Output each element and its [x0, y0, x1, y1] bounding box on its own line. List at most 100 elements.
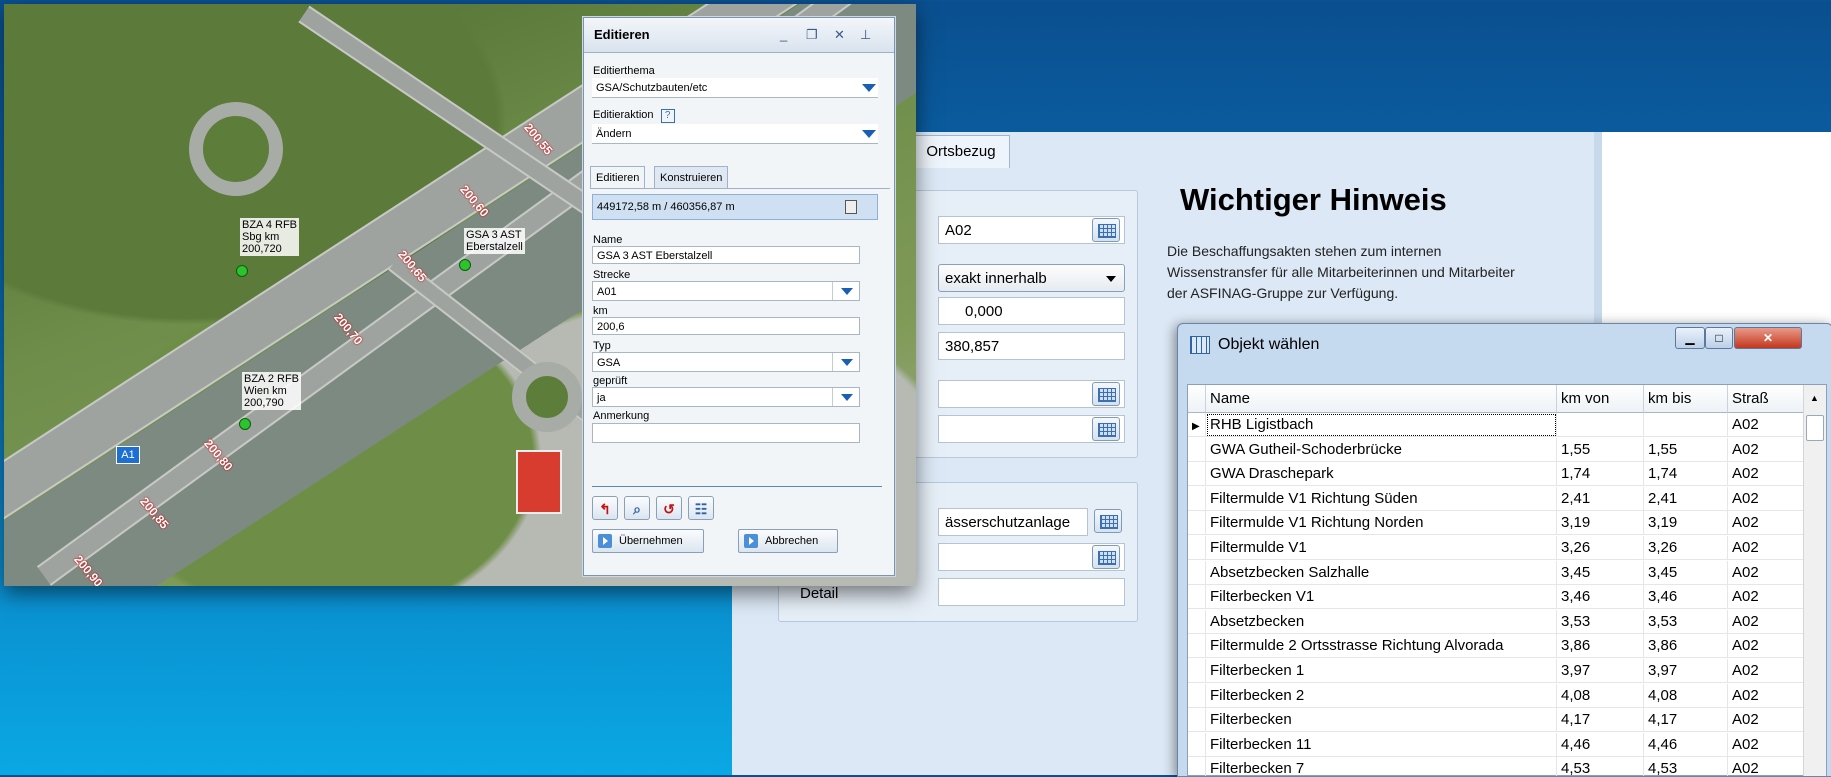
tab-ortsbezug[interactable]: Ortsbezug	[912, 135, 1010, 168]
cell-km-von: 3,53	[1557, 609, 1644, 634]
row-selector	[1188, 462, 1206, 487]
table-row[interactable]: Filterbecken 1 3,97 3,97 A02	[1188, 659, 1828, 684]
close-button[interactable]: ✕	[1734, 327, 1802, 349]
maximize-button[interactable]: □	[1705, 327, 1733, 349]
chevron-down-icon	[1106, 276, 1116, 282]
cell-strasse: A02	[1728, 585, 1806, 610]
close-icon[interactable]: ✕	[834, 27, 845, 43]
abbrechen-label: Abbrechen	[765, 535, 819, 547]
row-selector	[1188, 732, 1206, 757]
cell-strasse: A02	[1728, 634, 1806, 659]
anlage-field[interactable]: ässerschutzanlage	[938, 508, 1088, 536]
cell-km-von: 4,46	[1557, 732, 1644, 757]
column-header-km-von[interactable]: km von	[1557, 385, 1644, 413]
column-header-name[interactable]: Name	[1206, 385, 1557, 413]
cell-km-von: 3,86	[1557, 634, 1644, 659]
list-button[interactable]: ☷	[688, 496, 714, 520]
vertical-scrollbar[interactable]: ▲	[1803, 385, 1826, 776]
cell-km-von: 3,19	[1557, 511, 1644, 536]
cell-km-bis: 1,55	[1644, 437, 1728, 462]
cell-km-bis: 4,17	[1644, 708, 1728, 733]
object-picker-title: Objekt wählen	[1218, 336, 1320, 353]
table-icon	[1190, 336, 1210, 354]
map-label: GSA 3 AST Eberstalzell	[464, 228, 525, 254]
restore-icon[interactable]: ❐	[806, 27, 818, 43]
table-row[interactable]: Absetzbecken Salzhalle 3,45 3,45 A02	[1188, 560, 1828, 586]
table-row[interactable]: Filterbecken 7 4,53 4,53 A02	[1188, 757, 1828, 776]
table-row[interactable]: Absetzbecken 3,53 3,53 A02	[1188, 609, 1828, 635]
lage-select[interactable]: exakt innerhalb	[938, 264, 1125, 292]
map-label-line: Eberstalzell	[466, 241, 523, 253]
roundabout	[189, 102, 283, 196]
row-selector	[1188, 511, 1206, 536]
roundabout	[512, 362, 582, 432]
table-row[interactable]: Filtermulde 2 Ortsstrasse Richtung Alvor…	[1188, 634, 1828, 659]
anlage-picker-button[interactable]	[1094, 509, 1122, 533]
km-to-field[interactable]: 380,857	[938, 332, 1125, 360]
typ-value: GSA	[597, 357, 621, 369]
cell-strasse: A02	[1728, 659, 1806, 683]
abbrechen-button[interactable]: Abbrechen	[738, 529, 838, 553]
column-header-km-bis[interactable]: km bis	[1644, 385, 1728, 413]
scrollbar-thumb[interactable]	[1806, 415, 1824, 441]
table-row[interactable]: GWA Draschepark 1,74 1,74 A02	[1188, 462, 1828, 487]
picker-button-1[interactable]	[1092, 382, 1120, 406]
row-selector	[1188, 585, 1206, 610]
table-row[interactable]: Filterbecken 2 4,08 4,08 A02	[1188, 683, 1828, 709]
map-point[interactable]	[459, 259, 471, 271]
map-point[interactable]	[236, 265, 248, 277]
cell-km-bis: 3,46	[1644, 585, 1728, 610]
cell-km-von: 4,53	[1557, 757, 1644, 776]
editieraktion-value: Ändern	[596, 128, 632, 140]
cell-km-bis: 1,74	[1644, 462, 1728, 487]
tab-konstruieren[interactable]: Konstruieren	[654, 166, 729, 189]
editieraktion-select[interactable]: Ändern	[592, 124, 878, 144]
help-icon[interactable]: ?	[660, 109, 675, 123]
cell-strasse: A02	[1728, 708, 1806, 733]
name-field[interactable]: GSA 3 AST Eberstalzell	[592, 246, 860, 264]
reset-icon: ↺	[663, 501, 675, 517]
editierthema-select[interactable]: GSA/Schutzbauten/etc	[592, 78, 878, 98]
detail-field[interactable]	[938, 578, 1125, 606]
zoom-button[interactable]: ⌕	[624, 496, 650, 520]
table-row[interactable]: Filtermulde V1 3,26 3,26 A02	[1188, 536, 1828, 561]
edit-dialog-titlebar[interactable]: Editieren _ ❐ ✕ ⊥	[584, 18, 894, 53]
undo-button[interactable]: ↰	[592, 496, 618, 520]
edit-dialog: Editieren _ ❐ ✕ ⊥ Editierthema GSA/Schut…	[583, 17, 895, 576]
pin-icon[interactable]: ⊥	[860, 27, 871, 43]
table-row[interactable]: Filtermulde V1 Richtung Süden 2,41 2,41 A02	[1188, 486, 1828, 512]
scroll-up-icon[interactable]: ▲	[1810, 393, 1819, 403]
tab-editieren[interactable]: Editieren	[590, 166, 646, 189]
table-row[interactable]: Filterbecken 11 4,46 4,46 A02	[1188, 732, 1828, 758]
coordinates-value: 449172,58 m / 460356,87 m	[597, 201, 735, 213]
minimize-button[interactable]: ▁	[1675, 327, 1705, 349]
uebernehmen-label: Übernehmen	[619, 535, 683, 547]
map-point[interactable]	[239, 418, 251, 430]
picker-button-2[interactable]	[1092, 417, 1120, 441]
cell-km-bis: 3,19	[1644, 511, 1728, 536]
strasse-picker-button[interactable]	[1092, 218, 1120, 242]
strecke-select[interactable]: A01	[592, 281, 860, 301]
typ-select[interactable]: GSA	[592, 352, 860, 372]
geprueft-select[interactable]: ja	[592, 387, 860, 407]
km-field[interactable]: 200,6	[592, 317, 860, 335]
table-row[interactable]: GWA Gutheil-Schoderbrücke 1,55 1,55 A02	[1188, 437, 1828, 463]
calculator-icon[interactable]	[845, 200, 857, 214]
anmerkung-field[interactable]	[592, 423, 860, 443]
reset-button[interactable]: ↺	[656, 496, 682, 520]
row-selector	[1188, 609, 1206, 634]
table-row[interactable]: ▶ RHB Ligistbach A02	[1188, 413, 1828, 438]
table-row[interactable]: Filterbecken 4,17 4,17 A02	[1188, 708, 1828, 733]
km-from-field[interactable]: 0,000	[938, 297, 1125, 325]
close-icon: ✕	[1762, 331, 1774, 345]
table-row[interactable]: Filterbecken V1 3,46 3,46 A02	[1188, 585, 1828, 610]
picker-button-3[interactable]	[1092, 545, 1120, 569]
row-selector	[1188, 634, 1206, 659]
cell-name: RHB Ligistbach	[1206, 413, 1557, 437]
row-selector	[1188, 560, 1206, 585]
uebernehmen-button[interactable]: Übernehmen	[592, 529, 704, 553]
column-header-strasse[interactable]: Straß	[1728, 385, 1806, 413]
table-row[interactable]: Filtermulde V1 Richtung Norden 3,19 3,19 A0…	[1188, 511, 1828, 536]
cell-strasse: A02	[1728, 437, 1806, 462]
minimize-icon[interactable]: _	[780, 27, 787, 42]
